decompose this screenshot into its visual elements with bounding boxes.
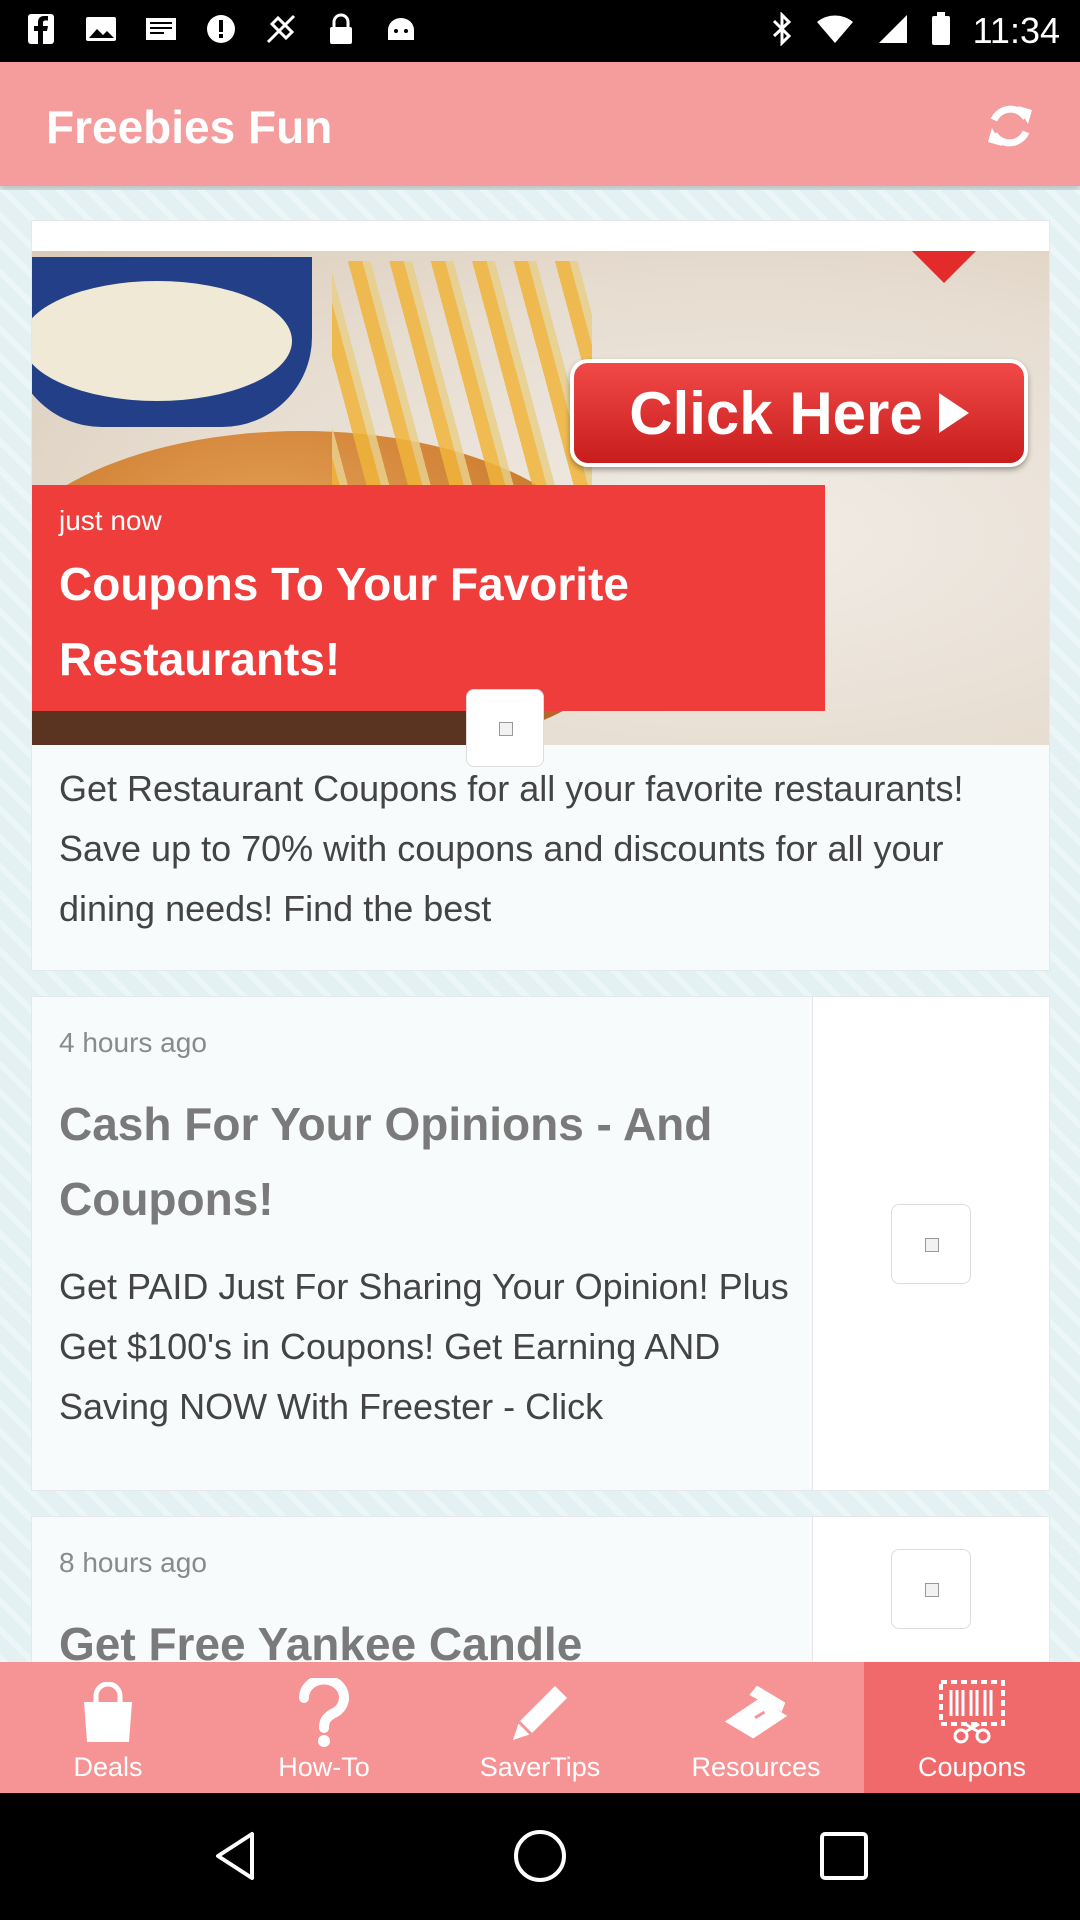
refresh-icon[interactable] [980,96,1040,156]
status-time: 11:34 [972,10,1060,51]
ad-headline-strip [32,221,1049,251]
bluetooth-icon [771,10,793,51]
headline-banner[interactable]: just now Coupons To Your Favorite Restau… [32,485,825,711]
post-time: just now [59,505,162,536]
nav-label: How-To [278,1752,370,1782]
signal-icon [877,13,909,50]
play-arrow-icon [938,393,969,433]
nav-label: Resources [691,1752,821,1782]
back-icon[interactable] [208,1826,268,1886]
nav-item-how-to[interactable]: How-To [216,1662,432,1793]
facebook-icon [24,12,58,46]
click-here-button[interactable]: Click Here [570,359,1028,467]
bottom-nav: Deals How-To SaverTips Resources Coupons [0,1662,1080,1793]
food-ad-image[interactable]: Click Here just now Coupons To Your Favo… [32,221,1049,745]
fake-gps-icon [264,12,298,46]
post-thumbnail[interactable] [812,1517,1049,1662]
image-placeholder-icon [891,1549,971,1629]
feed-card[interactable]: 4 hours ago Cash For Your Opinions - And… [31,996,1050,1491]
post-description: Get PAID Just For Sharing Your Opinion! … [59,1266,789,1427]
alert-icon [204,12,238,46]
shopping-bag-icon [73,1678,143,1748]
coleslaw-bowl-graphic [32,257,312,427]
post-time: 8 hours ago [59,1547,207,1578]
nav-label: Deals [73,1752,143,1782]
question-icon [289,1678,359,1748]
image-icon [84,12,118,46]
android-icon [384,12,418,46]
image-placeholder-icon [466,689,544,767]
pencil-icon [505,1678,575,1748]
coupon-scissors-icon [937,1678,1007,1748]
post-description: Get Restaurant Coupons for all your favo… [59,768,964,929]
image-placeholder-icon [891,1204,971,1284]
fries-graphic [332,261,592,511]
nav-item-resources[interactable]: Resources [648,1662,864,1793]
nav-item-savertips[interactable]: SaverTips [432,1662,648,1793]
status-bar: 11:34 [0,0,1080,62]
post-time: 4 hours ago [59,1027,207,1058]
app-bar: Freebies Fun [0,62,1080,186]
nav-item-deals[interactable]: Deals [0,1662,216,1793]
post-title: Cash For Your Opinions - And Coupons! [59,1098,713,1225]
post-title: Coupons To Your Favorite Restaurants! [59,558,629,685]
arrow-down-icon [912,251,976,283]
nav-label: Coupons [917,1752,1027,1782]
click-here-label: Click Here [629,379,923,447]
post-thumbnail[interactable] [812,997,1049,1490]
feed-list[interactable]: Click Here just now Coupons To Your Favo… [0,190,1080,1662]
mail-icon [144,12,178,46]
system-nav-bar [0,1793,1080,1920]
battery-icon [931,11,951,51]
post-title: Get Free Yankee Candle [59,1618,583,1662]
wifi-icon [815,13,855,50]
laptop-icon [721,1678,791,1748]
recents-icon[interactable] [814,1826,874,1886]
feed-card[interactable]: Click Here just now Coupons To Your Favo… [31,220,1050,971]
feed-card[interactable]: 8 hours ago Get Free Yankee Candle [31,1516,1050,1662]
home-icon[interactable] [510,1826,570,1886]
app-title: Freebies Fun [46,101,333,153]
nav-label: SaverTips [479,1752,601,1782]
lock-icon [324,12,358,46]
nav-item-coupons[interactable]: Coupons [864,1662,1080,1793]
